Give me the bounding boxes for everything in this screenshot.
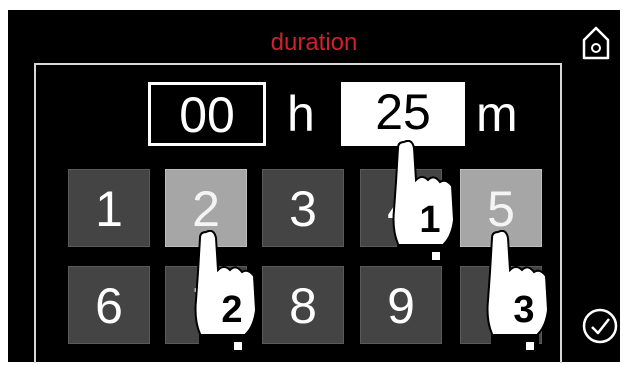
step-number: 2 [221,289,243,331]
step-number: 1 [419,199,441,241]
key-3[interactable]: 3 [262,169,344,247]
screen-title: duration [270,29,358,56]
hours-field[interactable]: 00 [148,82,266,146]
hours-unit-label: h [287,86,315,142]
home-icon[interactable] [580,24,612,62]
checkmark-circle-icon[interactable] [580,306,620,346]
minutes-field[interactable]: 25 [341,82,465,146]
minutes-unit-label: m [476,86,518,142]
key-8[interactable]: 8 [262,266,344,344]
pointing-hand-step-1: 1 [392,139,464,265]
pointing-hand-step-2: 2 [194,229,266,355]
step-number: 3 [513,289,535,331]
pointing-hand-step-3: 3 [486,229,558,355]
key-9[interactable]: 9 [360,266,442,344]
key-6[interactable]: 6 [68,266,150,344]
key-1[interactable]: 1 [68,169,150,247]
